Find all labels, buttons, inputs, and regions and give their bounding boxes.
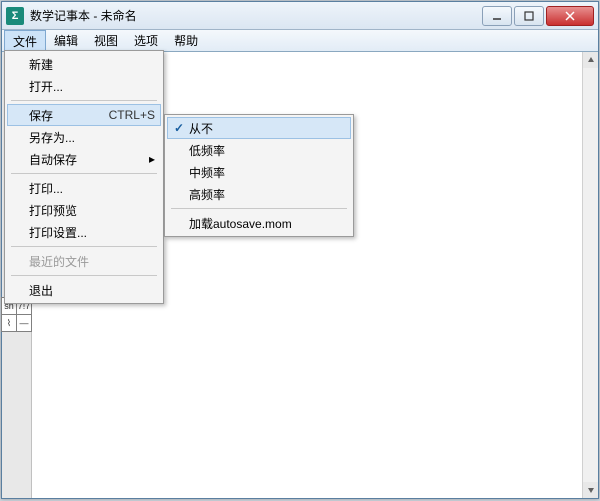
menu-label: 加载autosave.mom <box>189 215 292 232</box>
menu-separator <box>11 275 157 276</box>
scroll-down-arrow[interactable] <box>583 482 598 498</box>
autosave-mid[interactable]: 中频率 <box>167 161 351 183</box>
tool-cell[interactable]: — <box>16 314 32 332</box>
autosave-low[interactable]: 低频率 <box>167 139 351 161</box>
menu-save[interactable]: 保存 CTRL+S <box>7 104 161 126</box>
menu-label: 打开... <box>29 78 63 95</box>
maximize-button[interactable] <box>514 6 544 26</box>
menu-label: 打印预览 <box>29 202 77 219</box>
submenu-arrow-icon: ▸ <box>149 152 155 166</box>
close-button[interactable] <box>546 6 594 26</box>
menu-help[interactable]: 帮助 <box>166 30 206 51</box>
menu-separator <box>11 173 157 174</box>
menu-print[interactable]: 打印... <box>7 177 161 199</box>
minimize-button[interactable] <box>482 6 512 26</box>
menu-file[interactable]: 文件 <box>4 30 46 51</box>
autosave-load[interactable]: 加载autosave.mom <box>167 212 351 234</box>
menu-label: 高频率 <box>189 186 225 203</box>
menu-label: 自动保存 <box>29 151 77 168</box>
window-controls <box>480 6 594 26</box>
autosave-high[interactable]: 高频率 <box>167 183 351 205</box>
menu-label: 另存为... <box>29 129 75 146</box>
menu-recent-files: 最近的文件 <box>7 250 161 272</box>
menubar: 文件 编辑 视图 选项 帮助 <box>2 30 598 52</box>
menu-label: 中频率 <box>189 164 225 181</box>
window-title: 数学记事本 - 未命名 <box>30 7 480 24</box>
menu-edit[interactable]: 编辑 <box>46 30 86 51</box>
autosave-never[interactable]: ✓ 从不 <box>167 117 351 139</box>
menu-label: 低频率 <box>189 142 225 159</box>
menu-separator <box>11 246 157 247</box>
menu-label: 打印设置... <box>29 224 87 241</box>
menu-label: 从不 <box>189 120 213 137</box>
tool-cell[interactable]: ⌇ <box>1 314 17 332</box>
menu-label: 新建 <box>29 56 53 73</box>
menu-autosave[interactable]: 自动保存 ▸ <box>7 148 161 170</box>
menu-view[interactable]: 视图 <box>86 30 126 51</box>
menu-label: 打印... <box>29 180 63 197</box>
menu-open[interactable]: 打开... <box>7 75 161 97</box>
menu-print-preview[interactable]: 打印预览 <box>7 199 161 221</box>
menu-label: 退出 <box>29 282 53 299</box>
menu-save-as[interactable]: 另存为... <box>7 126 161 148</box>
menu-options[interactable]: 选项 <box>126 30 166 51</box>
menu-shortcut: CTRL+S <box>109 108 155 122</box>
scroll-up-arrow[interactable] <box>583 52 598 68</box>
scroll-track[interactable] <box>583 68 598 482</box>
menu-new[interactable]: 新建 <box>7 53 161 75</box>
file-menu-dropdown: 新建 打开... 保存 CTRL+S 另存为... 自动保存 ▸ 打印... 打… <box>4 50 164 304</box>
autosave-submenu: ✓ 从不 低频率 中频率 高频率 加载autosave.mom <box>164 114 354 237</box>
titlebar: Σ 数学记事本 - 未命名 <box>2 2 598 30</box>
menu-label: 最近的文件 <box>29 253 89 270</box>
check-icon: ✓ <box>172 121 186 135</box>
menu-separator <box>171 208 347 209</box>
app-icon: Σ <box>6 7 24 25</box>
menu-separator <box>11 100 157 101</box>
vertical-scrollbar[interactable] <box>582 52 598 498</box>
menu-print-setup[interactable]: 打印设置... <box>7 221 161 243</box>
menu-label: 保存 <box>29 107 53 124</box>
menu-exit[interactable]: 退出 <box>7 279 161 301</box>
